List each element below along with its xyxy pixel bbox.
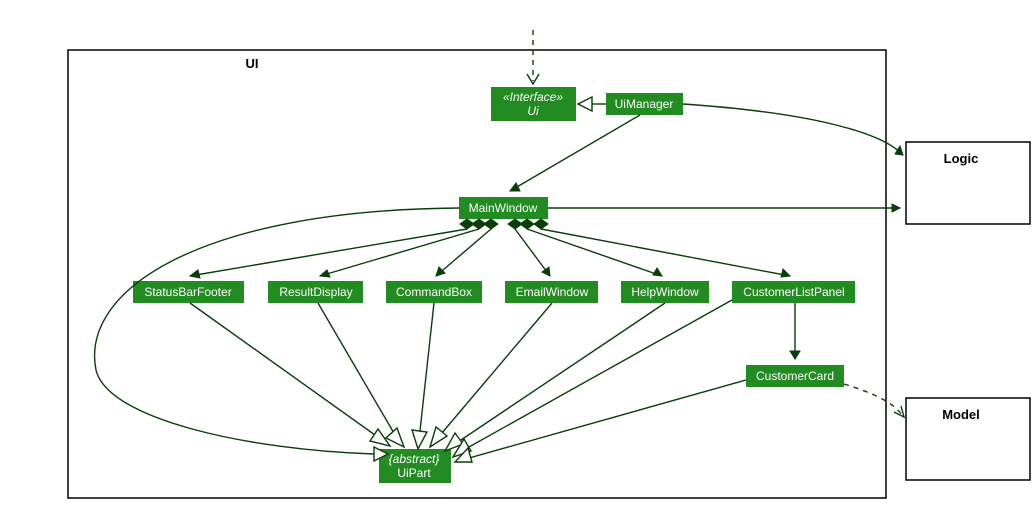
edge-cb-gen-uipart [412,303,434,449]
edge-clp-gen-uipart [453,300,732,457]
edge-hw-gen-uipart [445,303,665,451]
node-status-bar-footer: StatusBarFooter [133,281,244,303]
node-help-window: HelpWindow [621,281,709,303]
edge-ew-gen-uipart [430,303,552,447]
node-customer-card: CustomerCard [746,365,844,387]
edge-uimanager-realize-ui [578,97,606,111]
node-main-window: MainWindow [459,197,548,219]
package-ui: UI [68,50,886,498]
help-window-name: HelpWindow [631,285,699,299]
node-customer-list-panel: CustomerListPanel [732,281,855,303]
ui-interface-stereo: «Interface» [503,90,563,104]
package-logic: Logic [906,142,1030,224]
node-command-box: CommandBox [386,281,482,303]
package-model-label: Model [942,407,980,422]
ui-part-stereo: {abstract} [389,452,440,466]
node-result-display: ResultDisplay [268,281,363,303]
package-ui-label: UI [246,56,259,71]
edge-main-gen-uipart [95,208,459,461]
edge-uimanager-to-mainwindow [510,115,640,191]
main-window-name: MainWindow [469,201,538,215]
command-box-name: CommandBox [396,285,472,299]
edge-external-to-ui [527,30,539,84]
edge-mainwindow-to-logic [548,204,900,212]
customer-card-name: CustomerCard [756,369,834,383]
edge-cc-to-model [844,384,904,417]
node-ui-manager: UiManager [606,93,683,115]
edge-cc-gen-uipart [455,380,746,462]
ui-part-name: UiPart [397,466,431,480]
result-display-name: ResultDisplay [279,285,352,299]
edge-uimanager-to-logic [683,104,903,155]
edge-main-comp-statusbar [190,219,474,278]
edge-main-comp-result [320,219,486,277]
ui-interface-name: Ui [527,104,539,118]
package-logic-label: Logic [944,151,979,166]
status-bar-footer-name: StatusBarFooter [144,285,231,299]
edge-clp-to-cc [790,303,800,359]
customer-list-panel-name: CustomerListPanel [743,285,844,299]
node-ui-part: {abstract} UiPart [379,449,451,483]
node-ui-interface: «Interface» Ui [491,87,576,121]
node-email-window: EmailWindow [505,281,598,303]
email-window-name: EmailWindow [516,285,589,299]
ui-manager-name: UiManager [615,97,674,111]
edge-main-comp-clp [534,219,790,277]
package-model: Model [906,398,1030,480]
